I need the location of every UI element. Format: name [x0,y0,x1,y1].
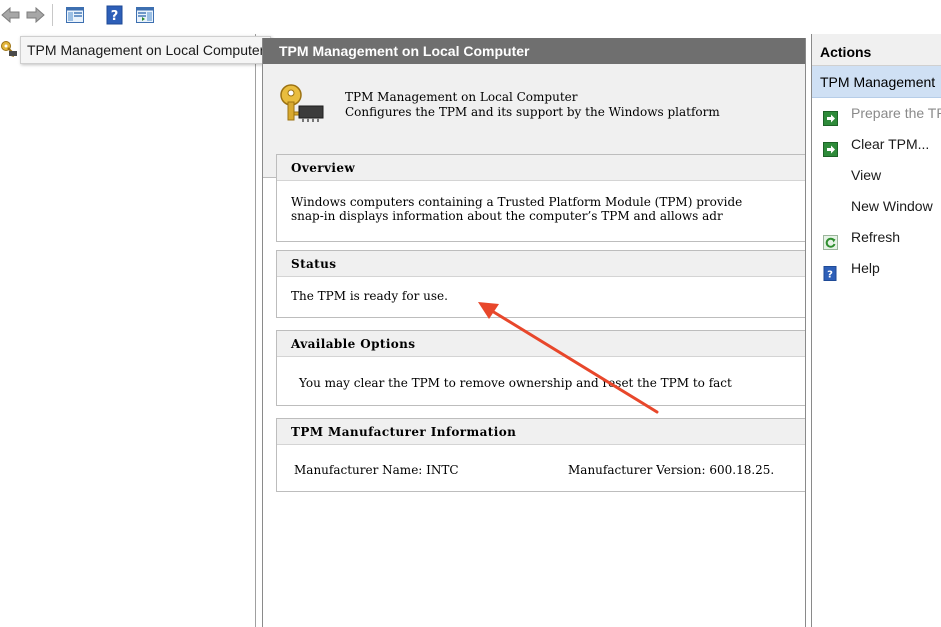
action-label: Prepare the TP [851,105,941,121]
status-text: The TPM is ready for use. [291,289,448,303]
actions-subheader-tpm-management[interactable]: TPM Management [812,66,941,98]
help-icon: ? [823,261,838,281]
action-label: Clear TPM... [851,136,930,152]
help-icon[interactable]: ? [104,4,126,26]
tpm-key-chip-icon [277,82,325,124]
console-tree: TPM Management on Local Computer [0,34,272,627]
action-refresh[interactable]: Refresh [812,222,941,253]
show-hide-console-tree-icon[interactable] [64,4,86,26]
overview-section: Overview Windows computers containing a … [276,154,805,242]
options-section: Available Options You may clear the TPM … [276,330,805,406]
action-label: Help [851,260,880,276]
details-pane-header: TPM Management on Local Computer [263,38,805,64]
back-arrow-icon[interactable] [0,4,22,26]
details-pane: TPM Management on Local Computer TPM Man… [262,38,806,627]
show-hide-action-pane-icon[interactable] [134,4,156,26]
options-text: You may clear the TPM to remove ownershi… [299,376,732,390]
actions-pane: Actions TPM Management Prepare the TP Cl… [811,34,941,627]
action-label: View [851,167,882,183]
action-label: New Window [851,198,933,214]
green-arrow-icon [823,137,838,157]
action-view[interactable]: View [812,160,941,191]
action-help[interactable]: ? Help [812,253,941,284]
svg-text:?: ? [111,9,119,24]
actions-title: Actions [812,34,941,66]
toolbar: ? [0,0,941,30]
overview-line-1: Windows computers containing a Trusted P… [291,195,743,209]
manufacturer-heading: TPM Manufacturer Information [277,419,805,445]
status-section: Status The TPM is ready for use. [276,250,805,318]
action-clear-tpm[interactable]: Clear TPM... [812,129,941,160]
options-heading: Available Options [277,331,805,357]
action-new-window[interactable]: New Window [812,191,941,222]
manufacturer-version: Manufacturer Version: 600.18.25. [568,463,775,477]
manufacturer-body: Manufacturer Name: INTC Manufacturer Ver… [277,445,805,491]
forward-arrow-icon[interactable] [24,4,46,26]
status-heading: Status [277,251,805,277]
action-label: Refresh [851,229,901,245]
tree-item-tooltip: TPM Management on Local Computer [20,36,272,64]
tpm-key-icon [0,40,18,58]
intro-title: TPM Management on Local Computer [345,90,578,104]
action-prepare-tpm[interactable]: Prepare the TP [812,98,941,129]
manufacturer-section: TPM Manufacturer Information Manufacture… [276,418,805,492]
overview-line-2: snap-in displays information about the c… [291,209,723,223]
manufacturer-name: Manufacturer Name: INTC [294,463,459,477]
refresh-icon [823,230,838,250]
svg-text:?: ? [827,270,833,281]
intro-description: Configures the TPM and its support by th… [345,105,720,119]
toolbar-separator [52,4,53,26]
overview-body: Windows computers containing a Trusted P… [277,181,805,223]
overview-heading: Overview [277,155,805,181]
green-arrow-icon [823,106,838,126]
intro-text: TPM Management on Local Computer Configu… [345,90,720,120]
